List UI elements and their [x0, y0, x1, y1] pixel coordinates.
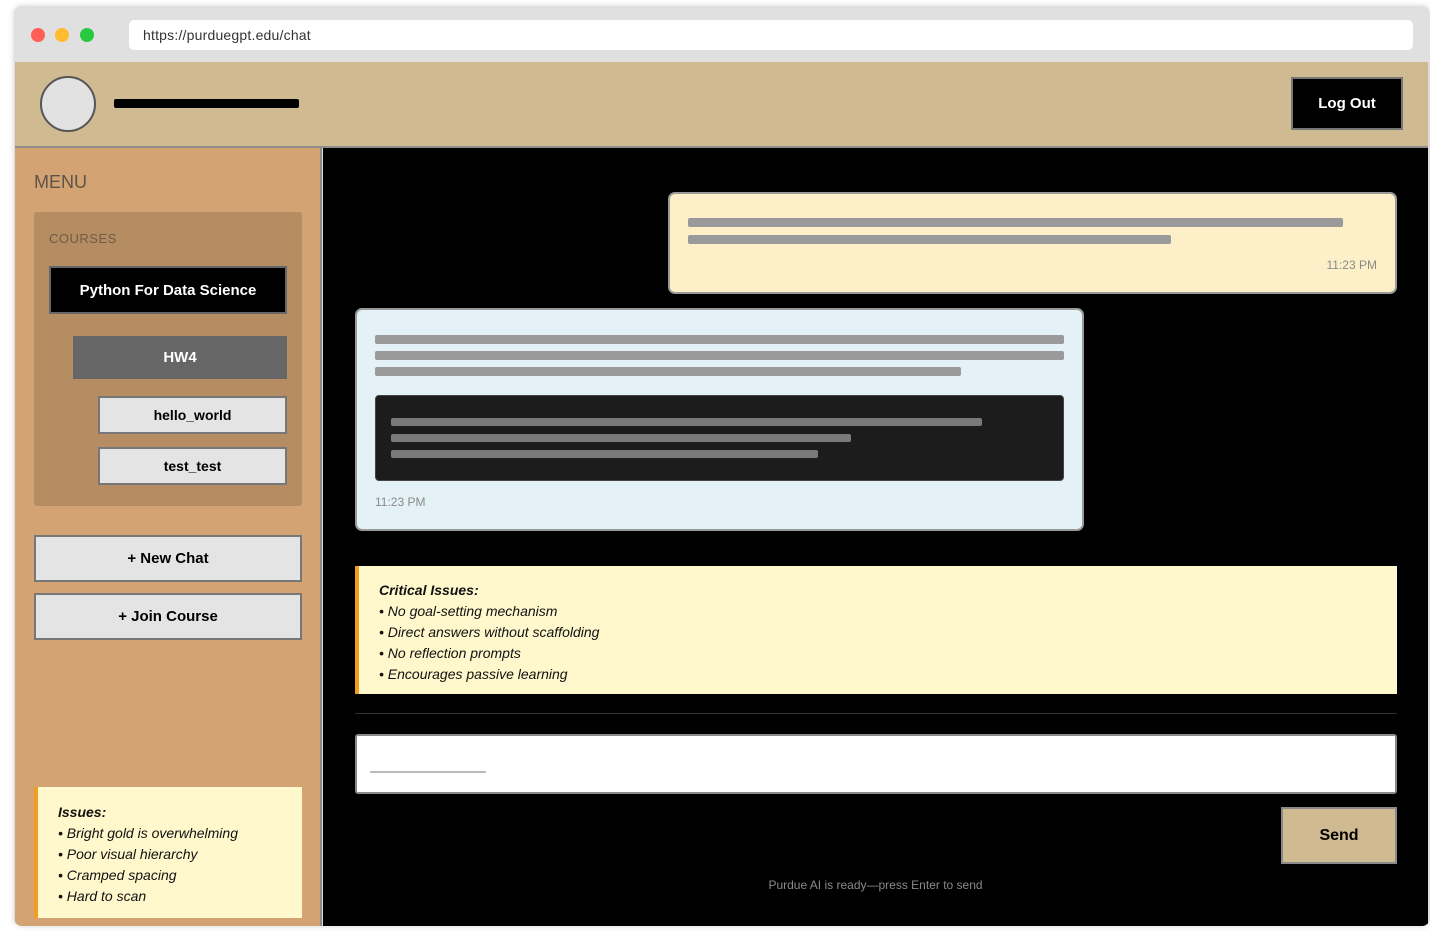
sidebar-issues-note: Issues: • Bright gold is overwhelming • …: [34, 787, 302, 918]
sidebar-note-item: • Cramped spacing: [58, 867, 177, 883]
courses-label: COURSES: [49, 231, 117, 246]
input-placeholder-line: [370, 771, 486, 773]
courses-panel: COURSES Python For Data Science HW4 hell…: [34, 212, 302, 506]
minimize-window-icon[interactable]: [55, 28, 69, 42]
join-course-button[interactable]: + Join Course: [34, 593, 302, 640]
maximize-window-icon[interactable]: [80, 28, 94, 42]
message-input[interactable]: [355, 734, 1397, 794]
chat-app: Log Out MENU COURSES Python For Data Sci…: [15, 62, 1428, 926]
send-button[interactable]: Send: [1281, 807, 1397, 864]
browser-window: https://purduegpt.edu/chat Log Out MENU …: [14, 6, 1430, 926]
critical-issues-note: Critical Issues: • No goal-setting mecha…: [355, 566, 1397, 694]
message-timestamp: 11:23 PM: [375, 495, 426, 509]
course-button-python-for-data-science[interactable]: Python For Data Science: [49, 266, 287, 314]
code-line-placeholder: [391, 418, 982, 426]
message-text-placeholder: [375, 367, 961, 376]
new-chat-button[interactable]: + New Chat: [34, 535, 302, 582]
sidebar-note-item: • Poor visual hierarchy: [58, 846, 198, 862]
critical-note-title: Critical Issues:: [379, 582, 479, 598]
code-block: [375, 395, 1064, 481]
code-line-placeholder: [391, 450, 818, 458]
logout-button[interactable]: Log Out: [1291, 77, 1403, 130]
avatar[interactable]: [40, 76, 96, 132]
file-button-hello-world[interactable]: hello_world: [98, 396, 287, 434]
sidebar-note-title: Issues:: [58, 804, 107, 820]
message-text-placeholder: [375, 335, 1064, 344]
critical-note-item: • No goal-setting mechanism: [379, 603, 558, 619]
message-text-placeholder: [688, 235, 1171, 244]
sidebar-note-item: • Bright gold is overwhelming: [58, 825, 238, 841]
sidebar: MENU COURSES Python For Data Science HW4…: [15, 148, 322, 926]
user-name-placeholder: [114, 99, 299, 108]
code-line-placeholder: [391, 434, 851, 442]
assignment-button-hw4[interactable]: HW4: [73, 336, 287, 379]
critical-note-item: • Encourages passive learning: [379, 666, 568, 682]
menu-title: MENU: [34, 172, 87, 192]
file-button-test-test[interactable]: test_test: [98, 447, 287, 485]
app-header: Log Out: [15, 62, 1428, 148]
address-bar[interactable]: https://purduegpt.edu/chat: [129, 20, 1413, 50]
user-message-bubble: 11:23 PM: [668, 192, 1397, 294]
message-text-placeholder: [375, 351, 1064, 360]
chat-area: 11:23 PM 11:23 PM Critical Issues: • No …: [323, 148, 1428, 926]
close-window-icon[interactable]: [31, 28, 45, 42]
message-timestamp: 11:23 PM: [1326, 258, 1377, 272]
message-text-placeholder: [688, 218, 1343, 227]
sidebar-note-item: • Hard to scan: [58, 888, 147, 904]
divider: [355, 713, 1397, 714]
critical-note-item: • Direct answers without scaffolding: [379, 624, 600, 640]
ai-message-bubble: 11:23 PM: [355, 308, 1084, 531]
status-text: Purdue AI is ready—press Enter to send: [768, 878, 983, 892]
critical-note-item: • No reflection prompts: [379, 645, 521, 661]
browser-titlebar: https://purduegpt.edu/chat: [14, 6, 1430, 62]
